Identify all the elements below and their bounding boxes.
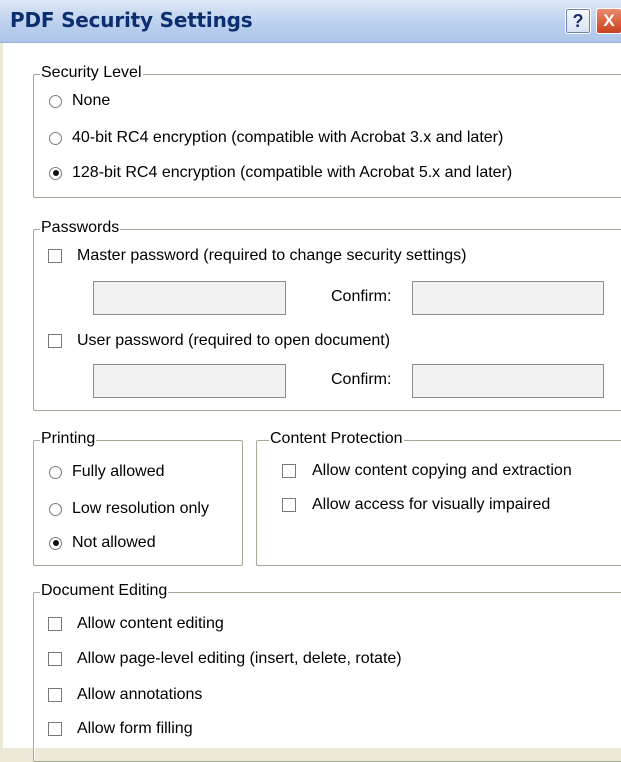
checkbox[interactable]	[48, 249, 62, 263]
checkbox[interactable]	[48, 617, 62, 631]
option-label: Allow content copying and extraction	[312, 462, 572, 479]
printing-low-resolution-option[interactable]: Low resolution only	[49, 500, 209, 518]
master-confirm-input[interactable]	[412, 281, 604, 315]
radio-button-selected[interactable]	[49, 536, 62, 550]
help-icon: ?	[572, 11, 584, 31]
security-level-group: Security Level None 40-bit RC4 encryptio…	[33, 64, 621, 198]
title-bar[interactable]: PDF Security Settings ? X	[0, 0, 621, 43]
option-label: None	[72, 92, 111, 109]
passwords-group: Passwords Master password (required to c…	[33, 219, 621, 411]
allow-form-filling-row[interactable]: Allow form filling	[48, 720, 193, 738]
master-password-label: Master password (required to change secu…	[77, 247, 467, 264]
radio-button[interactable]	[49, 502, 62, 516]
option-label: Allow form filling	[77, 720, 193, 737]
security-40bit-option[interactable]: 40-bit RC4 encryption (compatible with A…	[49, 129, 503, 147]
radio-button[interactable]	[49, 94, 62, 108]
option-label: Low resolution only	[72, 500, 209, 517]
checkbox[interactable]	[48, 688, 62, 702]
allow-content-copying-row[interactable]: Allow content copying and extraction	[282, 462, 572, 480]
option-label: Not allowed	[72, 534, 156, 551]
option-label: Fully allowed	[72, 463, 165, 480]
checkbox[interactable]	[48, 334, 62, 348]
content-protection-title: Content Protection	[269, 430, 404, 448]
master-password-checkbox-row[interactable]: Master password (required to change secu…	[48, 247, 467, 265]
checkbox[interactable]	[48, 652, 62, 666]
window-title: PDF Security Settings	[10, 8, 253, 32]
security-level-title: Security Level	[40, 64, 143, 82]
content-protection-group: Content Protection Allow content copying…	[256, 430, 621, 566]
document-editing-group: Document Editing Allow content editing A…	[33, 582, 621, 762]
passwords-title: Passwords	[40, 219, 121, 237]
printing-title: Printing	[40, 430, 97, 448]
user-confirm-input[interactable]	[412, 364, 604, 398]
checkbox[interactable]	[282, 498, 296, 512]
document-editing-title: Document Editing	[40, 582, 169, 600]
printing-fully-allowed-option[interactable]: Fully allowed	[49, 463, 164, 481]
user-password-checkbox-row[interactable]: User password (required to open document…	[48, 332, 390, 350]
checkbox[interactable]	[282, 464, 296, 478]
printing-group: Printing Fully allowed Low resolution on…	[33, 430, 243, 566]
checkbox[interactable]	[48, 722, 62, 736]
option-label: 40-bit RC4 encryption (compatible with A…	[72, 129, 504, 146]
radio-button[interactable]	[49, 131, 62, 145]
option-label: 128-bit RC4 encryption (compatible with …	[72, 164, 513, 181]
user-password-label: User password (required to open document…	[77, 332, 391, 349]
user-password-input[interactable]	[93, 364, 286, 398]
option-label: Allow access for visually impaired	[312, 496, 551, 513]
radio-button[interactable]	[49, 465, 62, 479]
dialog-body: Security Level None 40-bit RC4 encryptio…	[0, 43, 621, 762]
user-confirm-label: Confirm:	[331, 371, 392, 388]
printing-not-allowed-option[interactable]: Not allowed	[49, 534, 156, 552]
option-label: Allow page-level editing (insert, delete…	[77, 650, 402, 667]
close-button[interactable]: X	[596, 8, 621, 34]
option-label: Allow annotations	[77, 686, 203, 703]
allow-visually-impaired-access-row[interactable]: Allow access for visually impaired	[282, 496, 550, 514]
allow-content-editing-row[interactable]: Allow content editing	[48, 615, 224, 633]
master-confirm-label: Confirm:	[331, 288, 392, 305]
close-icon: X	[603, 11, 615, 30]
option-label: Allow content editing	[77, 615, 224, 632]
radio-button-selected[interactable]	[49, 166, 62, 180]
security-none-option[interactable]: None	[49, 92, 110, 110]
help-button[interactable]: ?	[565, 8, 591, 34]
master-password-input[interactable]	[93, 281, 286, 315]
security-128bit-option[interactable]: 128-bit RC4 encryption (compatible with …	[49, 164, 512, 182]
allow-annotations-row[interactable]: Allow annotations	[48, 686, 202, 704]
allow-page-level-editing-row[interactable]: Allow page-level editing (insert, delete…	[48, 650, 402, 668]
